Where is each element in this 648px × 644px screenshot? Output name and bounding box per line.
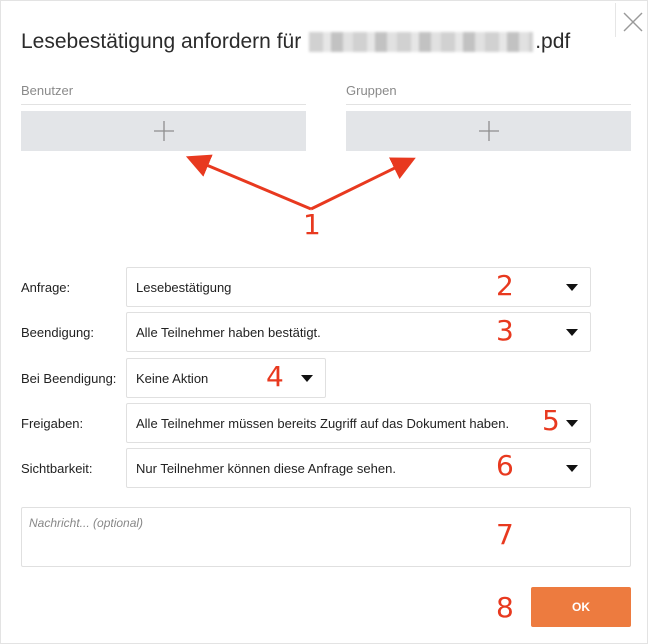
groups-label: Gruppen <box>346 83 397 98</box>
caret-down-icon <box>566 284 578 291</box>
completion-select-value: Alle Teilnehmer haben bestätigt. <box>136 324 321 340</box>
request-select[interactable]: Lesebestätigung <box>126 267 591 307</box>
arrow-to-users <box>185 154 312 211</box>
redacted-filename <box>309 32 534 52</box>
annotation-3: 3 <box>496 314 514 347</box>
plus-icon <box>478 121 499 141</box>
add-user-button[interactable] <box>21 111 306 151</box>
annotation-6: 6 <box>496 449 514 482</box>
ok-button[interactable]: OK <box>531 587 631 627</box>
request-select-value: Lesebestätigung <box>136 279 232 295</box>
caret-down-icon <box>566 420 578 427</box>
read-confirmation-dialog: Lesebestätigung anfordern für .pdf Benut… <box>0 0 648 644</box>
caret-down-icon <box>566 465 578 472</box>
dialog-title-suffix: .pdf <box>535 30 571 53</box>
dialog-title-prefix: Lesebestätigung anfordern für <box>21 30 302 53</box>
close-icon <box>623 12 643 32</box>
visibility-label: Sichtbarkeit: <box>21 461 93 476</box>
caret-down-icon <box>566 329 578 336</box>
annotation-7: 7 <box>496 518 514 551</box>
on-completion-select[interactable]: Keine Aktion <box>126 358 326 398</box>
annotation-2: 2 <box>496 269 514 302</box>
shares-label: Freigaben: <box>21 416 84 431</box>
add-group-button[interactable] <box>346 111 631 151</box>
annotation-4: 4 <box>266 360 284 393</box>
dialog-title: Lesebestätigung anfordern für .pdf <box>21 30 570 54</box>
arrow-to-groups <box>310 157 416 211</box>
on-completion-label: Bei Beendigung: <box>21 371 117 386</box>
groups-divider <box>346 104 631 105</box>
shares-select[interactable]: Alle Teilnehmer müssen bereits Zugriff a… <box>126 403 591 443</box>
visibility-select[interactable]: Nur Teilnehmer können diese Anfrage sehe… <box>126 448 591 488</box>
caret-down-icon <box>301 375 313 382</box>
on-completion-select-value: Keine Aktion <box>136 370 209 386</box>
message-input[interactable] <box>21 507 631 567</box>
annotation-8: 8 <box>496 591 514 624</box>
request-label: Anfrage: <box>21 280 71 295</box>
annotation-5: 5 <box>542 404 560 437</box>
shares-select-value: Alle Teilnehmer müssen bereits Zugriff a… <box>136 415 510 431</box>
close-button[interactable] <box>615 3 648 37</box>
users-divider <box>21 104 306 105</box>
visibility-select-value: Nur Teilnehmer können diese Anfrage sehe… <box>136 460 396 476</box>
plus-icon <box>153 121 174 141</box>
completion-label: Beendigung: <box>21 325 95 340</box>
completion-select[interactable]: Alle Teilnehmer haben bestätigt. <box>126 312 591 352</box>
annotation-1: 1 <box>303 208 321 241</box>
users-label: Benutzer <box>21 83 74 98</box>
